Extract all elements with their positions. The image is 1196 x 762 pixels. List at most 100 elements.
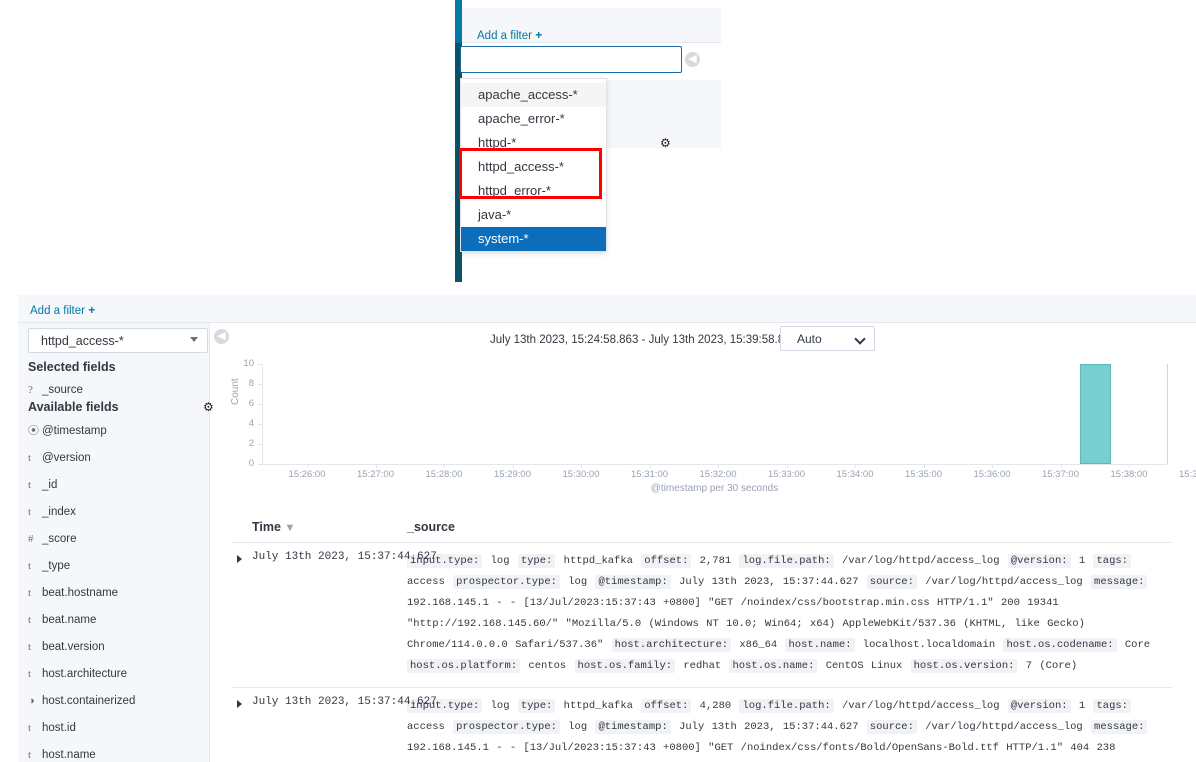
index-pattern-search-input[interactable] (460, 46, 682, 73)
x-tick-label: 15:26:00 (288, 469, 326, 480)
field-item-beat-name[interactable]: t beat.name (28, 610, 96, 626)
histogram-bar[interactable] (1079, 364, 1111, 464)
dropdown-option-label: apache_access-* (478, 87, 578, 102)
y-tick-label: 6 (248, 398, 254, 409)
collapse-left-arrow-icon[interactable]: ◀ (685, 52, 700, 67)
field-type-icon: t (28, 560, 32, 572)
x-tick-mark (718, 464, 719, 468)
field-value: CentOS Linux (818, 660, 910, 672)
row-time-cell: July 13th 2023, 15:37:44.627 (252, 696, 437, 708)
field-item-host-containerized[interactable]: ◑ host.containerized (28, 691, 135, 707)
add-filter-link-top[interactable]: Add a filter + (477, 28, 542, 42)
field-name-label: _score (42, 533, 77, 545)
column-header-source: _source (407, 520, 455, 534)
field-key: message: (1091, 575, 1148, 589)
field-value: 7 (Core) (1018, 660, 1078, 672)
dropdown-option-label: httpd-* (478, 135, 517, 150)
dropdown-option-label: java-* (478, 207, 512, 222)
dropdown-option[interactable]: apache_access-* (461, 83, 606, 107)
field-item-beat-hostname[interactable]: t beat.hostname (28, 583, 118, 599)
dropdown-option[interactable]: system-* (461, 227, 606, 251)
field-key: host.os.codename: (1003, 638, 1117, 652)
gear-icon[interactable]: ⚙ (660, 136, 671, 150)
collapse-sidebar-arrow-icon[interactable]: ◀ (214, 329, 229, 344)
field-type-icon: t (28, 722, 32, 734)
field-type-icon: t (28, 479, 32, 491)
field-type-icon: ? (28, 384, 33, 396)
field-value: 4,280 (692, 700, 739, 712)
field-item-host-id[interactable]: t host.id (28, 718, 76, 734)
field-type-icon: # (28, 533, 34, 545)
table-header: Time ▼ _source (232, 517, 1172, 543)
field-key: tags: (1093, 554, 1131, 568)
x-tick-mark (581, 464, 582, 468)
add-filter-label: Add a filter (30, 305, 85, 317)
sort-icon[interactable]: ▼ (284, 522, 295, 534)
left-rail-top-segment (455, 0, 462, 43)
interval-select[interactable]: Auto (780, 326, 875, 351)
field-item-host-name[interactable]: t host.name (28, 745, 96, 761)
selected-fields-title: Selected fields (28, 360, 116, 374)
field-type-icon: t (28, 614, 32, 626)
field-value: log (560, 576, 595, 588)
field-key: prospector.type: (453, 720, 560, 734)
table-row[interactable]: July 13th 2023, 15:37:44.627 input.type: … (232, 543, 1172, 688)
field-item-host-architecture[interactable]: t host.architecture (28, 664, 127, 680)
chevron-down-icon (854, 333, 866, 345)
y-tick-label: 4 (248, 418, 254, 429)
index-pattern-dropdown-list[interactable]: apache_access-* apache_error-* httpd-* http… (460, 78, 607, 252)
histogram-chart: Count 0 2 4 6 8 10 15:26:00 15:27:00 15:28:00 15… (230, 357, 1196, 497)
y-tick-mark (258, 384, 262, 385)
field-type-icon: t (28, 452, 32, 464)
x-tick-mark (375, 464, 377, 468)
field-item--source[interactable]: ? _source (28, 380, 83, 396)
dropdown-option[interactable]: httpd_error-* (461, 179, 606, 203)
time-range-end-marker (1167, 364, 1168, 464)
field-item--timestamp[interactable]: ⦿ @timestamp (28, 421, 107, 437)
field-type-icon: ⦿ (28, 425, 39, 437)
field-item--id[interactable]: t _id (28, 475, 57, 491)
dropdown-option[interactable]: apache_error-* (461, 107, 606, 131)
index-pattern-popup: Add a filter + ◀ ⚙ apache_access-* apache… (455, 0, 721, 282)
field-item--version[interactable]: t @version (28, 448, 91, 464)
x-tick-mark (1060, 464, 1062, 468)
add-filter-link[interactable]: Add a filter + (30, 303, 95, 317)
index-pattern-select[interactable]: httpd_access-* (28, 328, 208, 353)
expand-row-icon[interactable] (237, 555, 242, 563)
expand-row-icon[interactable] (237, 700, 242, 708)
field-key: source: (866, 575, 917, 589)
dropdown-option[interactable]: httpd_access-* (461, 155, 606, 179)
x-tick-label: 15:30:00 (562, 469, 600, 480)
field-key: host.os.platform: (407, 659, 521, 673)
dropdown-option[interactable]: httpd-* (461, 131, 606, 155)
field-key: host.name: (785, 638, 855, 652)
y-tick-mark (258, 404, 262, 405)
field-key: prospector.type: (453, 575, 560, 589)
y-tick-label: 0 (248, 458, 254, 469)
field-name-label: @timestamp (42, 425, 107, 437)
field-name-label: beat.hostname (42, 587, 119, 599)
field-name-label: _source (42, 384, 83, 396)
add-filter-label-top: Add a filter (477, 30, 532, 42)
field-key: @timestamp: (595, 720, 671, 734)
field-key: @version: (1007, 699, 1071, 713)
y-tick-label: 2 (248, 438, 254, 449)
y-tick-mark (258, 424, 262, 425)
gear-icon[interactable]: ⚙ (203, 400, 214, 414)
field-item--index[interactable]: t _index (28, 502, 76, 518)
field-item--type[interactable]: t _type (28, 556, 70, 572)
field-item-beat-version[interactable]: t beat.version (28, 637, 105, 653)
table-row[interactable]: July 13th 2023, 15:37:44.627 input.type: … (232, 688, 1172, 762)
field-type-icon: t (28, 749, 32, 761)
field-name-label: beat.name (42, 614, 97, 626)
y-tick-label: 8 (248, 378, 254, 389)
field-item--score[interactable]: # _score (28, 529, 77, 545)
column-header-time[interactable]: Time ▼ (252, 520, 295, 534)
documents-table: Time ▼ _source July 13th 2023, 15:37:44.… (232, 517, 1172, 762)
dropdown-option[interactable]: java-* (461, 203, 606, 227)
field-value: /var/log/httpd/access_log (834, 700, 1007, 712)
field-key: source: (866, 720, 917, 734)
field-type-icon: t (28, 668, 32, 680)
field-name-label: _type (42, 560, 71, 572)
interval-value: Auto (797, 332, 822, 346)
